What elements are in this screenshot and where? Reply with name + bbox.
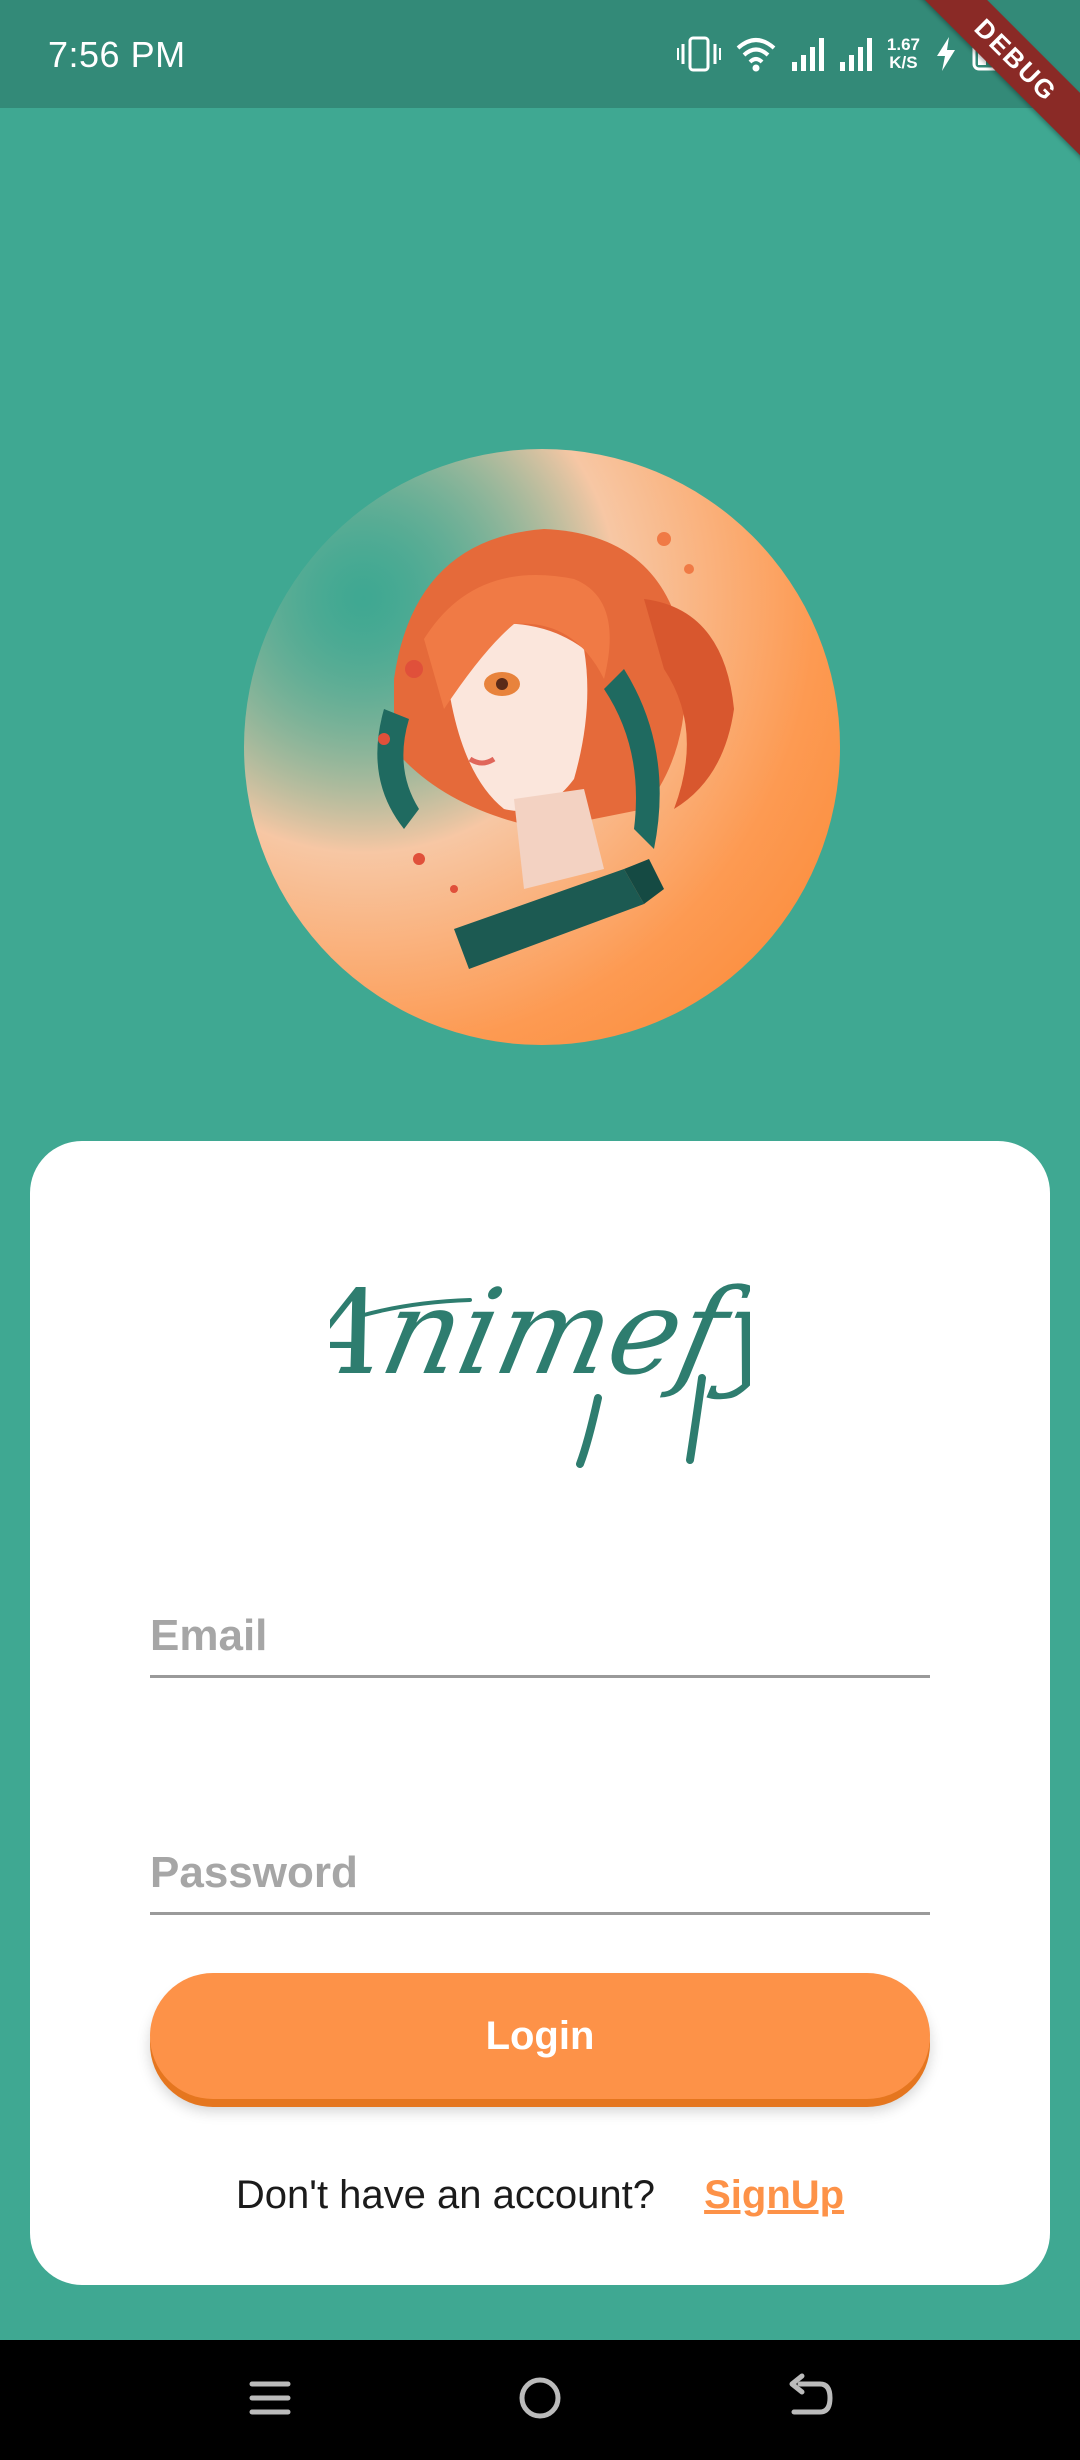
signal-icon	[839, 36, 873, 72]
net-speed-value: 1.67	[886, 35, 920, 54]
home-icon[interactable]	[510, 2368, 570, 2428]
login-button[interactable]: Login	[150, 1973, 930, 2099]
wifi-icon	[735, 36, 777, 72]
debug-banner: DEBUG	[908, 0, 1080, 168]
signup-prompt: Don't have an account?	[235, 2173, 655, 2217]
navigation-bar	[0, 2340, 1080, 2460]
password-field[interactable]	[150, 1802, 930, 1915]
brand-logo-text: Animefy	[330, 1264, 750, 1401]
signal-icon	[791, 36, 825, 72]
password-input[interactable]	[150, 1848, 930, 1898]
signup-row: Don't have an account? SignUp	[0, 2173, 1080, 2218]
vibrate-icon	[676, 34, 721, 74]
email-field[interactable]	[150, 1565, 930, 1678]
status-time: 7:56 PM	[48, 34, 186, 75]
net-speed: 1.67 K/S	[887, 36, 920, 72]
menu-icon[interactable]	[240, 2368, 300, 2428]
hero-illustration	[244, 449, 840, 1045]
charging-icon	[934, 36, 958, 72]
signup-link[interactable]: SignUp	[704, 2173, 844, 2217]
back-icon[interactable]	[780, 2368, 840, 2428]
brand-logo: Animefy	[330, 1264, 750, 1468]
email-input[interactable]	[150, 1611, 930, 1661]
status-bar: 7:56 PM 1.67 K/S 15 DEBUG	[0, 0, 1080, 168]
net-speed-unit: K/S	[889, 53, 918, 72]
